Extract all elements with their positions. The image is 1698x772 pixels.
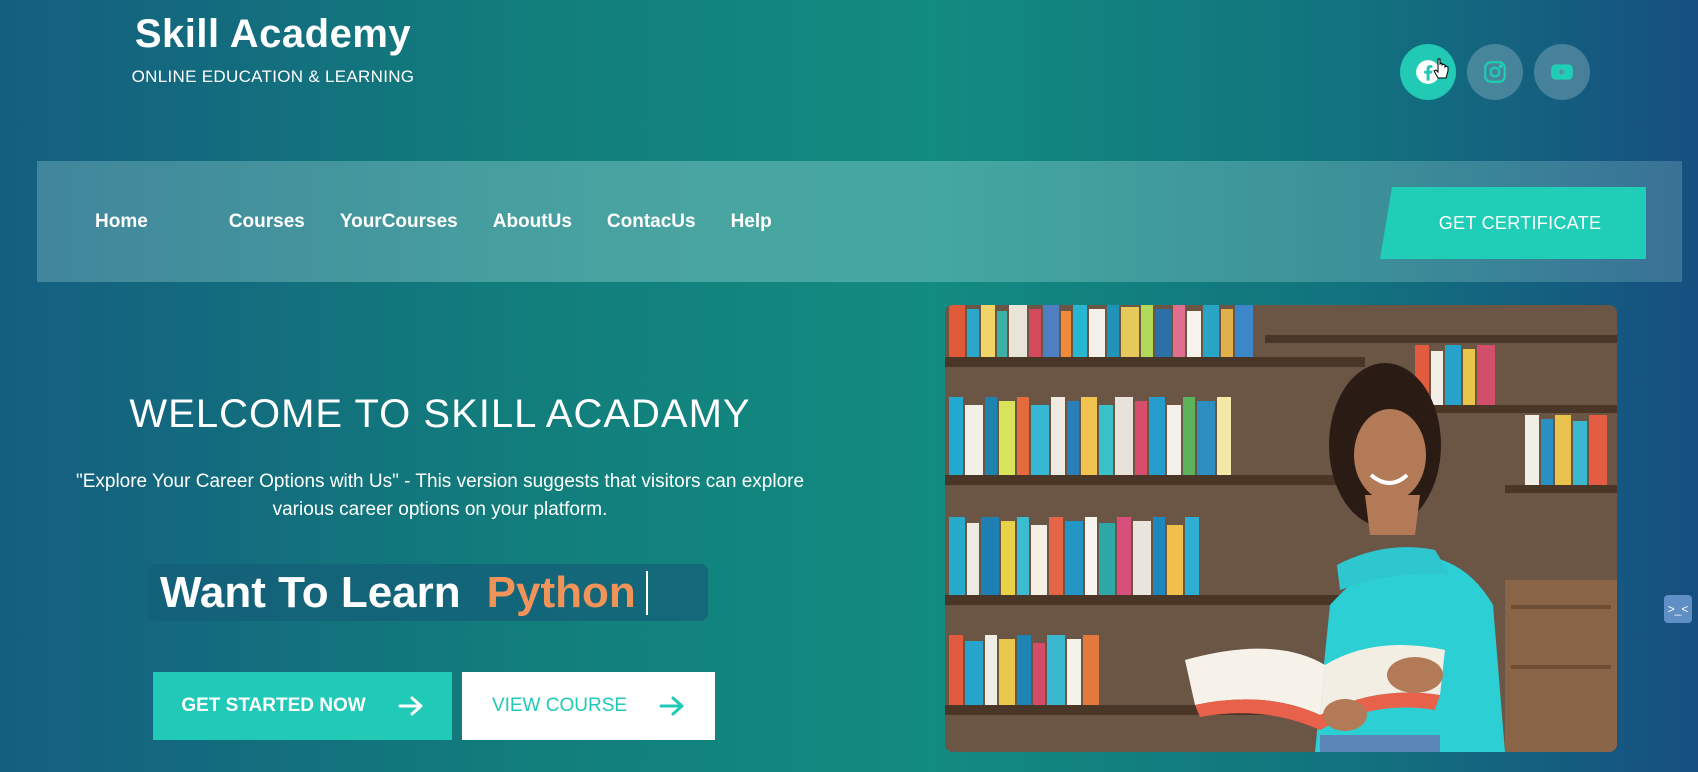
get-started-button[interactable]: GET STARTED NOW (153, 672, 452, 740)
hero-description-line1: "Explore Your Career Options with Us" - … (75, 471, 805, 492)
arrow-right-icon (398, 696, 423, 716)
brand: Skill Academy ONLINE EDUCATION & LEARNIN… (128, 12, 448, 87)
youtube-icon (1551, 64, 1573, 80)
instagram-icon (1484, 61, 1506, 83)
get-certificate-button[interactable]: GET CERTIFICATE (1380, 187, 1646, 259)
learn-subject: Python (486, 567, 636, 617)
mouse-cursor-icon (1433, 58, 1449, 79)
hero-title: WELCOME TO SKILL ACADAMY (129, 392, 751, 436)
arrow-right-icon (659, 696, 684, 716)
view-course-label: VIEW COURSE (491, 695, 628, 716)
nav-contact-us[interactable]: ContacUs (607, 211, 696, 233)
nav-links: Home Courses YourCourses AboutUs ContacU… (95, 211, 772, 233)
youtube-button[interactable] (1534, 44, 1590, 100)
get-started-label: GET STARTED NOW (181, 695, 366, 716)
view-course-button[interactable]: VIEW COURSE (462, 672, 715, 740)
hero-description: "Explore Your Career Options with Us" - … (40, 468, 840, 524)
typing-caret (645, 570, 648, 615)
hero-description-line2: various career options on your platform. (272, 499, 608, 520)
learn-prefix: Want To Learn (160, 567, 461, 617)
brand-subtitle: ONLINE EDUCATION & LEARNING (131, 67, 415, 86)
instagram-button[interactable] (1467, 44, 1523, 100)
bookstore-girl-illustration (945, 305, 1617, 752)
navigation-bar: Home Courses YourCourses AboutUs ContacU… (37, 161, 1682, 282)
brand-title: Skill Academy (134, 12, 412, 56)
nav-your-courses[interactable]: YourCourses (340, 211, 458, 233)
typing-banner: Want To Learn Python (148, 564, 708, 621)
social-links (1400, 44, 1590, 100)
chat-icon: >_< (1667, 602, 1689, 616)
nav-about-us[interactable]: AboutUs (493, 211, 572, 233)
nav-courses[interactable]: Courses (229, 211, 305, 233)
nav-help[interactable]: Help (731, 211, 772, 233)
hero-image (945, 305, 1617, 752)
nav-home[interactable]: Home (95, 211, 148, 233)
side-widget-button[interactable]: >_< (1664, 595, 1692, 623)
